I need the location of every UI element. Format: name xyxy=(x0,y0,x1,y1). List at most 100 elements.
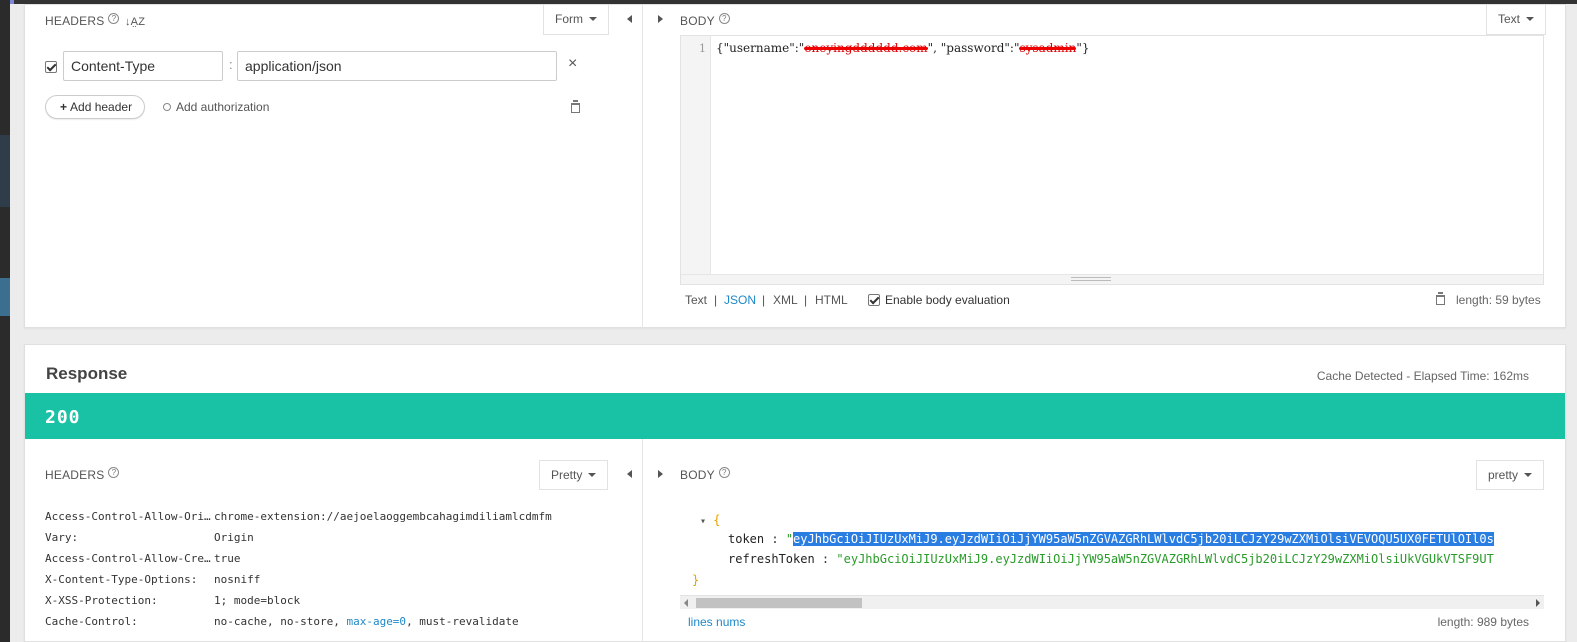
header-value: nosniff xyxy=(214,573,261,586)
code-username-redacted: oneyingdddddd.com xyxy=(804,41,928,55)
header-value-part: no-cache, no-store, xyxy=(214,615,347,628)
horizontal-scrollbar[interactable] xyxy=(680,595,1544,609)
collapse-toggle-icon[interactable]: ▾ xyxy=(700,516,706,527)
expand-right-icon[interactable] xyxy=(658,470,663,478)
response-body-mode-label: pretty xyxy=(1488,468,1519,482)
response-header-row: Access-Control-Allow-Ori… chrome-extensio… xyxy=(45,510,552,523)
remove-header-icon[interactable]: × xyxy=(568,55,577,73)
response-json-viewer[interactable]: ▾ { token : "eyJhbGciOiJIUzUxMiJ9.eyJzdW… xyxy=(680,505,1544,599)
header-value-highlight: max-age=0 xyxy=(346,615,407,628)
format-separator: | xyxy=(714,293,718,307)
header-key: Access-Control-Allow-Ori… xyxy=(45,510,211,523)
body-mode-dropdown[interactable]: Text xyxy=(1486,5,1547,35)
help-icon[interactable]: ? xyxy=(718,467,730,478)
json-quote: " xyxy=(836,552,844,566)
enable-body-evaluation-label[interactable]: Enable body evaluation xyxy=(885,293,1010,307)
response-header-row: Cache-Control: no-cache, no-store, max-ag… xyxy=(45,615,519,628)
header-value-input[interactable]: application/json xyxy=(237,51,557,81)
format-xml-link[interactable]: XML xyxy=(773,293,798,307)
response-headers-mode-label: Pretty xyxy=(551,468,583,482)
request-body-title-text: BODY xyxy=(680,14,715,28)
status-bar: 200 xyxy=(25,393,1565,439)
elapsed-time: Cache Detected - Elapsed Time: 162ms xyxy=(1316,369,1529,383)
collapse-left-icon[interactable] xyxy=(627,470,632,478)
format-html-link[interactable]: HTML xyxy=(815,293,848,307)
editor-gutter xyxy=(681,36,711,274)
headers-mode-dropdown[interactable]: Form xyxy=(543,5,609,35)
request-length: length: 59 bytes xyxy=(1456,293,1541,307)
code-password-redacted: sysadmin xyxy=(1019,41,1077,55)
add-authorization-link[interactable]: Add authorization xyxy=(163,100,269,114)
json-value[interactable]: eyJhbGciOiJIUzUxMiJ9.eyJzdWIiOiJjYW95aW5… xyxy=(844,552,1494,566)
format-text-link[interactable]: Text xyxy=(685,293,707,307)
panel-divider[interactable] xyxy=(642,5,643,329)
trash-icon[interactable] xyxy=(571,100,580,113)
response-body-mode-dropdown[interactable]: pretty xyxy=(1476,460,1545,490)
chevron-down-icon xyxy=(589,17,597,21)
json-key: token xyxy=(728,532,765,546)
resize-grip-icon[interactable] xyxy=(1071,277,1111,281)
request-headers-title: HEADERS? ↓A̤Z xyxy=(45,13,145,28)
line-number: 1 xyxy=(699,42,706,55)
enable-body-evaluation-checkbox[interactable] xyxy=(868,294,880,306)
add-header-button[interactable]: + Add header xyxy=(45,95,146,119)
panel-divider[interactable] xyxy=(642,439,643,642)
response-headers-mode-dropdown[interactable]: Pretty xyxy=(539,460,609,490)
header-key: X-Content-Type-Options: xyxy=(45,573,198,586)
add-header-label: Add header xyxy=(70,100,133,114)
sort-icon[interactable]: ↓A̤Z xyxy=(125,16,145,28)
request-body-title: BODY? xyxy=(680,13,730,28)
json-value-selected[interactable]: eyJhbGciOiJIUzUxMiJ9.eyJzdWIiOiJjYW95aW5… xyxy=(793,532,1494,546)
header-value: chrome-extension://aejoelaoggembcahagimd… xyxy=(214,510,552,523)
add-authorization-label: Add authorization xyxy=(176,100,270,114)
header-key: X-XSS-Protection: xyxy=(45,594,158,607)
response-headers-title-text: HEADERS xyxy=(45,468,105,482)
headers-mode-label: Form xyxy=(555,12,583,26)
header-key: Vary: xyxy=(45,531,79,544)
key-icon xyxy=(163,103,171,111)
response-body-title-text: BODY xyxy=(680,468,715,482)
json-entry-refresh-token[interactable]: refreshToken : "eyJhbGciOiJIUzUxMiJ9.eyJ… xyxy=(728,552,1494,566)
request-panel: HEADERS? ↓A̤Z Form Content-Type : applic… xyxy=(24,4,1566,329)
body-code-editor[interactable]: 1 {"username":"oneyingdddddd.com", "pass… xyxy=(680,35,1544,285)
body-mode-label: Text xyxy=(1498,12,1521,26)
chevron-down-icon xyxy=(1524,473,1533,477)
chevron-down-icon xyxy=(1526,17,1535,21)
response-header-row: Vary: Origin xyxy=(45,531,254,544)
header-separator: : xyxy=(229,57,233,72)
response-title: Response xyxy=(46,364,128,383)
json-close-brace: } xyxy=(692,573,700,587)
header-value: true xyxy=(214,552,241,565)
format-json-link[interactable]: JSON xyxy=(724,293,756,307)
plus-icon: + xyxy=(60,100,68,114)
json-key: refreshToken xyxy=(728,552,815,566)
editor-resize-bar[interactable] xyxy=(681,274,1543,284)
help-icon[interactable]: ? xyxy=(718,13,730,24)
response-header-row: X-Content-Type-Options: nosniff xyxy=(45,573,260,586)
code-mid: ", "password":" xyxy=(927,41,1020,55)
lines-nums-link[interactable]: lines nums xyxy=(688,615,745,629)
help-icon[interactable]: ? xyxy=(108,467,120,478)
scroll-left-icon[interactable] xyxy=(684,599,688,607)
response-header-row: Access-Control-Allow-Cre… true xyxy=(45,552,241,565)
left-sidebar-strip xyxy=(0,0,10,642)
response-headers-title: HEADERS? xyxy=(45,467,120,482)
format-separator: | xyxy=(762,293,766,307)
help-icon[interactable]: ? xyxy=(108,13,120,24)
response-panel: Response Cache Detected - Elapsed Time: … xyxy=(24,344,1566,642)
format-separator: | xyxy=(804,293,808,307)
scrollbar-thumb[interactable] xyxy=(696,598,862,608)
chevron-down-icon xyxy=(588,473,597,477)
expand-right-icon[interactable] xyxy=(658,15,663,23)
header-value: 1; mode=block xyxy=(214,594,301,607)
clear-body-icon[interactable] xyxy=(1436,292,1445,305)
header-enabled-checkbox[interactable] xyxy=(45,61,57,73)
json-entry-token[interactable]: token : "eyJhbGciOiJIUzUxMiJ9.eyJzdWIiOi… xyxy=(728,532,1494,546)
header-value: no-cache, no-store, max-age=0, must-reva… xyxy=(214,615,519,628)
header-name-input[interactable]: Content-Type xyxy=(63,51,223,81)
scroll-right-icon[interactable] xyxy=(1536,599,1540,607)
body-code-line[interactable]: {"username":"oneyingdddddd.com", "passwo… xyxy=(716,41,1090,55)
header-key: Cache-Control: xyxy=(45,615,138,628)
collapse-left-icon[interactable] xyxy=(627,15,632,23)
sidebar-segment-active[interactable] xyxy=(0,278,10,316)
